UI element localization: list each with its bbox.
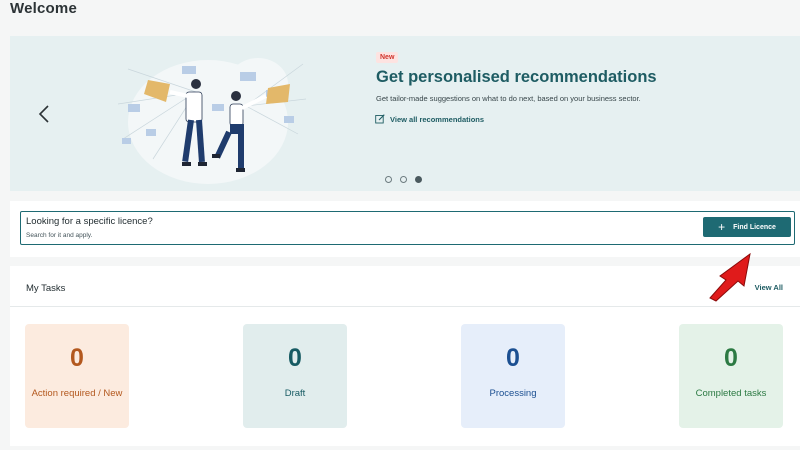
carousel-dot-3[interactable]: [415, 176, 422, 183]
licence-search-subtitle: Search for it and apply.: [26, 232, 93, 239]
task-label: Action required / New: [31, 388, 123, 399]
licence-search-box: Looking for a specific licence? Search f…: [20, 211, 795, 245]
page-title: Welcome: [10, 0, 77, 17]
new-badge: New: [376, 52, 399, 63]
banner-title: Get personalised recommendations: [376, 68, 657, 86]
task-count: 0: [70, 344, 84, 372]
task-count: 0: [506, 344, 520, 372]
carousel-dots: [385, 176, 422, 183]
red-arrow-icon: [709, 252, 751, 302]
recommendations-banner: New Get personalised recommendations Get…: [10, 36, 800, 191]
task-card-completed[interactable]: 0 Completed tasks: [679, 324, 783, 428]
licence-search-panel: Looking for a specific licence? Search f…: [10, 201, 800, 257]
view-all-recommendations-label: View all recommendations: [390, 114, 485, 124]
carousel-dot-1[interactable]: [385, 176, 392, 183]
task-count: 0: [724, 344, 738, 372]
task-count: 0: [288, 344, 302, 372]
find-licence-label: Find Licence: [733, 223, 776, 231]
carousel-prev-button[interactable]: [32, 100, 56, 128]
task-card-action-required[interactable]: 0 Action required / New: [25, 324, 129, 428]
banner-subtitle: Get tailor-made suggestions on what to d…: [376, 94, 641, 103]
plus-icon: +: [718, 220, 726, 234]
task-label: Completed tasks: [695, 388, 767, 399]
edit-icon: [375, 114, 385, 124]
find-licence-button[interactable]: + Find Licence: [703, 217, 791, 237]
licence-search-title: Looking for a specific licence?: [26, 216, 153, 227]
my-tasks-panel: My Tasks View All 0 Action required / Ne…: [10, 266, 800, 446]
task-label: Draft: [284, 388, 306, 399]
task-card-processing[interactable]: 0 Processing: [461, 324, 565, 428]
view-all-recommendations-link[interactable]: View all recommendations: [375, 114, 484, 124]
divider: [10, 306, 800, 307]
task-label: Processing: [489, 388, 537, 399]
chevron-left-icon: [38, 105, 49, 123]
task-card-draft[interactable]: 0 Draft: [243, 324, 347, 428]
carousel-dot-2[interactable]: [400, 176, 407, 183]
my-tasks-title: My Tasks: [26, 283, 66, 294]
recommendations-illustration: [117, 58, 307, 184]
